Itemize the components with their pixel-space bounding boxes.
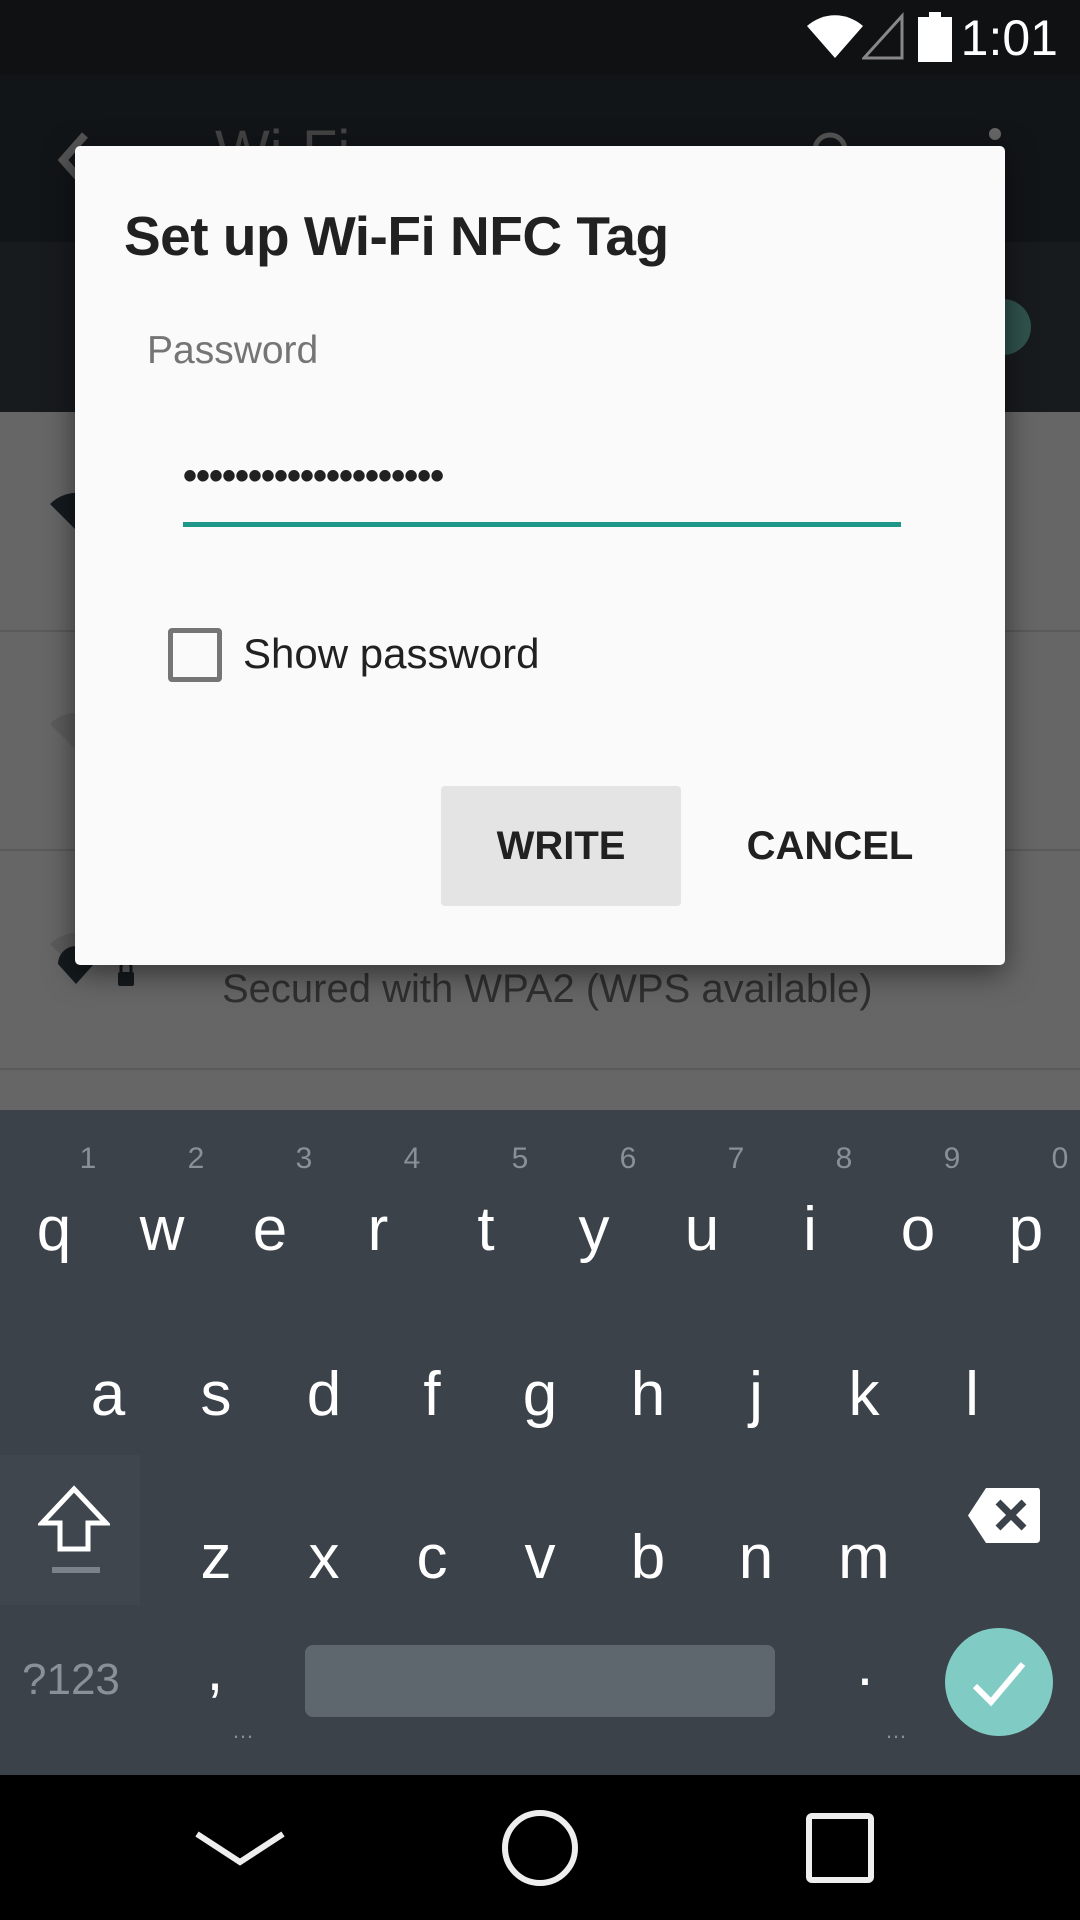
shift-key[interactable]	[0, 1455, 140, 1605]
password-value: ••••••••••••••••••••	[183, 454, 444, 498]
key-b[interactable]: b	[594, 1518, 702, 1598]
key-hint-0: 0	[1051, 1142, 1069, 1175]
password-label: Password	[147, 329, 319, 372]
comma-more-hint: …	[232, 1718, 254, 1743]
key-k[interactable]: k	[810, 1355, 918, 1435]
cancel-button[interactable]: CANCEL	[710, 786, 950, 906]
key-hint-3: 3	[295, 1142, 313, 1175]
password-input[interactable]: ••••••••••••••••••••	[183, 426, 901, 526]
key-j[interactable]: j	[702, 1355, 810, 1435]
key-c[interactable]: c	[378, 1518, 486, 1598]
shift-icon	[38, 1485, 110, 1552]
show-password-label[interactable]: Show password	[243, 629, 539, 679]
clock: 1:01	[960, 10, 1058, 66]
dialog-title: Set up Wi-Fi NFC Tag	[124, 205, 669, 267]
signal-icon	[862, 12, 904, 60]
symbols-key[interactable]: ?123	[22, 1655, 120, 1705]
key-hint-1: 1	[79, 1142, 97, 1175]
key-l[interactable]: l	[918, 1355, 1026, 1435]
done-key[interactable]	[945, 1628, 1053, 1736]
password-underline	[183, 522, 901, 527]
period-more-hint: …	[885, 1718, 907, 1743]
key-p[interactable]: p	[972, 1190, 1080, 1270]
key-t[interactable]: t	[432, 1190, 540, 1270]
status-bar: 1:01	[0, 0, 1080, 75]
period-key[interactable]: .	[845, 1630, 885, 1699]
key-r[interactable]: r	[324, 1190, 432, 1270]
key-h[interactable]: h	[594, 1355, 702, 1435]
key-hint-9: 9	[943, 1142, 961, 1175]
comma-key[interactable]: ,	[195, 1635, 235, 1704]
key-z[interactable]: z	[162, 1518, 270, 1598]
write-button[interactable]: WRITE	[441, 786, 681, 906]
key-f[interactable]: f	[378, 1355, 486, 1435]
list-divider	[0, 1068, 1080, 1070]
key-e[interactable]: e	[216, 1190, 324, 1270]
nfc-setup-dialog: Set up Wi-Fi NFC Tag Password ••••••••••…	[75, 146, 1005, 965]
battery-icon	[918, 12, 952, 62]
key-i[interactable]: i	[756, 1190, 864, 1270]
key-hint-4: 4	[403, 1142, 421, 1175]
key-v[interactable]: v	[486, 1518, 594, 1598]
key-hint-6: 6	[619, 1142, 637, 1175]
key-x[interactable]: x	[270, 1518, 378, 1598]
key-n[interactable]: n	[702, 1518, 810, 1598]
backspace-icon[interactable]	[968, 1488, 1040, 1543]
home-icon[interactable]	[500, 1808, 580, 1888]
key-d[interactable]: d	[270, 1355, 378, 1435]
shift-indicator	[52, 1567, 100, 1573]
soft-keyboard: q 1w 2e 3r 4t 5y 6u 7i 8o 9p 0 asdfghjkl zxcvbnm ?…	[0, 1110, 1080, 1775]
key-s[interactable]: s	[162, 1355, 270, 1435]
network-security-text: Secured with WPA2 (WPS available)	[222, 967, 873, 1011]
key-y[interactable]: y	[540, 1190, 648, 1270]
wifi-icon	[807, 15, 863, 58]
back-icon[interactable]	[195, 1830, 285, 1870]
key-hint-8: 8	[835, 1142, 853, 1175]
key-a[interactable]: a	[54, 1355, 162, 1435]
checkmark-icon	[972, 1662, 1026, 1707]
recents-icon[interactable]	[806, 1813, 874, 1883]
key-q[interactable]: q	[0, 1190, 108, 1270]
show-password-checkbox[interactable]	[168, 628, 222, 682]
key-hint-2: 2	[187, 1142, 205, 1175]
key-o[interactable]: o	[864, 1190, 972, 1270]
key-g[interactable]: g	[486, 1355, 594, 1435]
key-u[interactable]: u	[648, 1190, 756, 1270]
key-w[interactable]: w	[108, 1190, 216, 1270]
key-hint-5: 5	[511, 1142, 529, 1175]
navigation-bar	[0, 1775, 1080, 1920]
key-m[interactable]: m	[810, 1518, 918, 1598]
spacebar[interactable]	[305, 1645, 775, 1717]
key-hint-7: 7	[727, 1142, 745, 1175]
